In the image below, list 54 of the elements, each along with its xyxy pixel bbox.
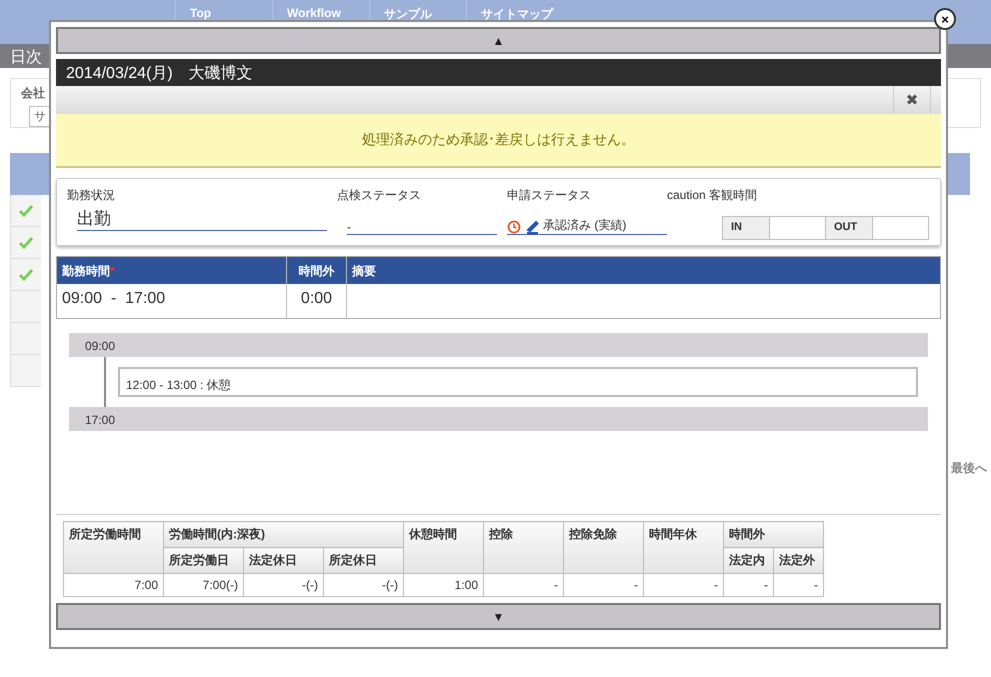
overtime-cell: 0:00 — [287, 284, 347, 318]
check-icon — [19, 268, 33, 280]
work-status-field[interactable]: 出勤 — [77, 210, 327, 231]
table-cell: 7:00 — [64, 574, 164, 596]
scroll-up-button[interactable]: ▲ — [56, 27, 941, 54]
table-cell: - — [724, 574, 774, 596]
warning-message: 処理済みのため承認･差戻しは行えません。 — [56, 114, 941, 168]
table-header: 法定休日 — [244, 548, 324, 574]
field-label: 申請ステータス — [507, 187, 592, 204]
field-label: 点検ステータス — [337, 187, 422, 204]
table-header: 労働時間(内:深夜) — [164, 522, 404, 548]
stamp-icon — [525, 220, 539, 234]
field-label: caution 客観時間 — [667, 187, 758, 204]
company-label: 会社 — [21, 86, 45, 100]
clock-icon — [507, 220, 521, 234]
check-status-field[interactable]: - — [347, 214, 497, 235]
timeline-end: 17:00 — [69, 407, 928, 431]
table-header: 所定労働時間 — [64, 522, 164, 574]
table-header: 休憩時間 — [404, 522, 484, 574]
table-header: 時間年休 — [644, 522, 724, 574]
table-row[interactable] — [10, 259, 41, 291]
table-cell: - — [484, 574, 564, 596]
table-cell: -(-) — [244, 574, 324, 596]
table-cell: - — [644, 574, 724, 596]
table-header: 控除免除 — [564, 522, 644, 574]
table-row[interactable] — [10, 227, 41, 259]
table-header: 所定休日 — [324, 548, 404, 574]
last-page-link[interactable]: 最後へ — [951, 460, 987, 477]
table-cell: -(-) — [324, 574, 404, 596]
timeline-start: 09:00 — [69, 333, 928, 357]
table-row[interactable] — [10, 355, 41, 387]
table-cell: 7:00(-) — [164, 574, 244, 596]
table-cell: - — [564, 574, 644, 596]
table-row[interactable] — [10, 323, 41, 355]
scroll-down-button[interactable]: ▼ — [56, 603, 941, 630]
table-header: 所定労働日 — [164, 548, 244, 574]
dialog-title: 2014/03/24(月) 大磯博文 — [56, 59, 941, 86]
check-icon — [19, 204, 33, 216]
field-label: 勤務状況 — [67, 187, 116, 204]
table-row[interactable] — [10, 291, 41, 323]
apply-status-value: 承認済み (実績) — [543, 217, 626, 234]
work-time-cell: 09:00 - 17:00 — [57, 284, 287, 318]
check-icon — [19, 236, 33, 248]
column-header: 時間外 — [287, 257, 347, 284]
table-header: 時間外 — [724, 522, 824, 548]
break-entry[interactable]: 12:00 - 13:00 : 休憩 — [118, 367, 918, 397]
table-cell: 1:00 — [404, 574, 484, 596]
table-header: 法定内 — [724, 548, 774, 574]
table-header: 法定外 — [774, 548, 824, 574]
table-header: 控除 — [484, 522, 564, 574]
column-header: 摘要 — [350, 263, 377, 280]
table-cell: - — [774, 574, 824, 596]
table-row[interactable] — [10, 195, 41, 227]
column-header: 勤務時間* — [57, 257, 287, 284]
